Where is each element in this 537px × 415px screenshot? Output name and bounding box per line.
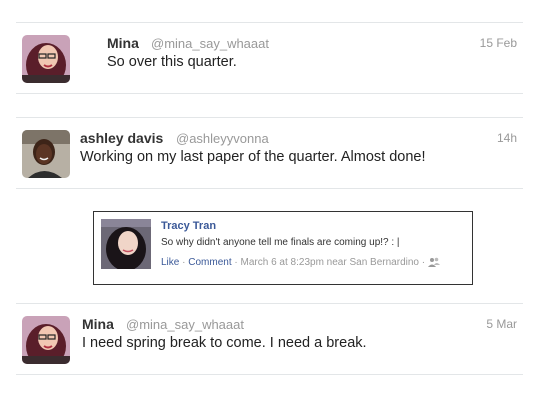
tweet-3[interactable]: Mina @mina_say_whaaat 5 Mar I need sprin… bbox=[16, 303, 523, 375]
separator: · bbox=[421, 257, 426, 268]
timestamp[interactable]: 15 Feb bbox=[480, 36, 517, 50]
avatar[interactable] bbox=[101, 219, 151, 269]
separator: · bbox=[182, 257, 186, 268]
tweet-text: I need spring break to come. I need a br… bbox=[82, 335, 367, 351]
timestamp[interactable]: 14h bbox=[497, 131, 517, 145]
post-author[interactable]: Tracy Tran bbox=[161, 220, 216, 232]
display-name[interactable]: ashley davis bbox=[80, 130, 163, 146]
tweet-text: So over this quarter. bbox=[107, 54, 237, 70]
avatar[interactable] bbox=[22, 316, 70, 364]
avatar[interactable] bbox=[22, 130, 70, 178]
post-meta: Like · Comment · March 6 at 8:23pm near … bbox=[161, 257, 440, 270]
display-name[interactable]: Mina bbox=[82, 316, 114, 332]
tweet-text: Working on my last paper of the quarter.… bbox=[80, 149, 426, 165]
timestamp[interactable]: 5 Mar bbox=[486, 317, 517, 331]
username[interactable]: @mina_say_whaaat bbox=[126, 317, 244, 332]
username[interactable]: @ashleyyvonna bbox=[176, 131, 269, 146]
username[interactable]: @mina_say_whaaat bbox=[151, 36, 269, 51]
comment-link[interactable]: Comment bbox=[188, 257, 231, 268]
post-timestamp-location[interactable]: March 6 at 8:23pm near San Bernardino bbox=[241, 257, 419, 268]
facebook-post-embed: Tracy Tran So why didn't anyone tell me … bbox=[93, 211, 473, 285]
display-name[interactable]: Mina bbox=[107, 35, 139, 51]
avatar[interactable] bbox=[22, 35, 70, 83]
friends-icon bbox=[427, 257, 440, 270]
separator: · bbox=[234, 257, 238, 268]
post-text: So why didn't anyone tell me finals are … bbox=[161, 237, 400, 248]
tweet-2[interactable]: ashley davis @ashleyyvonna 14h Working o… bbox=[16, 117, 523, 189]
like-link[interactable]: Like bbox=[161, 257, 179, 268]
tweet-1[interactable]: Mina @mina_say_whaaat 15 Feb So over thi… bbox=[16, 22, 523, 94]
